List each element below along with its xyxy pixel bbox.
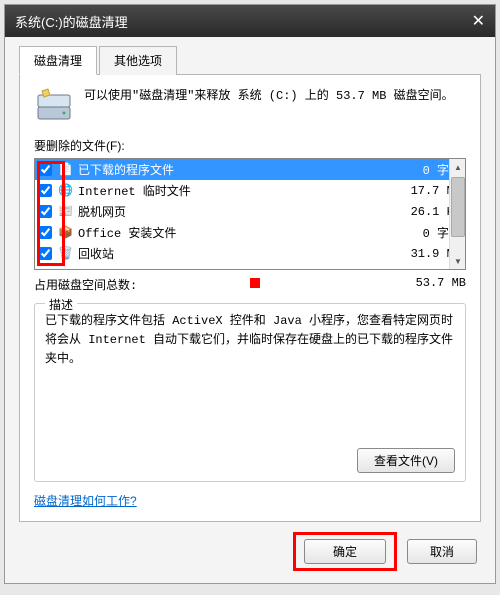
tab-other-options[interactable]: 其他选项 — [99, 46, 177, 75]
dialog-footer: 确定 取消 — [19, 522, 481, 575]
intro-row: 可以使用"磁盘清理"来释放 系统 (C:) 上的 53.7 MB 磁盘空间。 — [34, 87, 466, 127]
file-checkbox[interactable] — [39, 226, 52, 239]
file-row[interactable]: 🗑️ 回收站 31.9 MB — [35, 243, 465, 264]
file-row[interactable]: 📦 Office 安装文件 0 字节 — [35, 222, 465, 243]
file-row[interactable]: 📄 已下载的程序文件 0 字节 — [35, 159, 465, 180]
file-name: 回收站 — [78, 245, 391, 262]
file-name: Internet 临时文件 — [78, 182, 391, 199]
scrollbar[interactable]: ▲ ▼ — [449, 159, 465, 269]
annotation-red-box-ok: 确定 — [293, 532, 397, 571]
window-title: 系统(C:)的磁盘清理 — [15, 12, 128, 31]
scroll-up-icon[interactable]: ▲ — [451, 159, 465, 175]
scroll-down-icon[interactable]: ▼ — [451, 253, 465, 269]
file-row[interactable]: 📰 脱机网页 26.1 KB — [35, 201, 465, 222]
total-row: 占用磁盘空间总数: 53.7 MB — [34, 276, 466, 293]
disk-cleanup-dialog: 系统(C:)的磁盘清理 ✕ 磁盘清理 其他选项 可以使用"磁盘清理"来释放 系统… — [4, 4, 496, 584]
file-name: 脱机网页 — [78, 203, 391, 220]
file-checkbox[interactable] — [39, 184, 52, 197]
description-text: 已下载的程序文件包括 ActiveX 控件和 Java 小程序，您查看特定网页时… — [45, 312, 455, 370]
cancel-button[interactable]: 取消 — [407, 539, 477, 564]
file-icon: 🌐 — [58, 183, 74, 199]
file-checkbox[interactable] — [39, 247, 52, 260]
file-name: 已下载的程序文件 — [78, 161, 391, 178]
titlebar: 系统(C:)的磁盘清理 ✕ — [5, 5, 495, 37]
scroll-thumb[interactable] — [451, 177, 465, 237]
file-icon: 📄 — [58, 162, 74, 178]
file-icon: 📰 — [58, 204, 74, 220]
help-link[interactable]: 磁盘清理如何工作? — [34, 492, 466, 509]
close-icon[interactable]: ✕ — [472, 11, 485, 31]
content-area: 磁盘清理 其他选项 可以使用"磁盘清理"来释放 系统 (C:) 上的 53.7 … — [5, 37, 495, 583]
tab-disk-cleanup[interactable]: 磁盘清理 — [19, 46, 97, 75]
description-group: 描述 已下载的程序文件包括 ActiveX 控件和 Java 小程序，您查看特定… — [34, 303, 466, 482]
tab-panel: 可以使用"磁盘清理"来释放 系统 (C:) 上的 53.7 MB 磁盘空间。 要… — [19, 75, 481, 522]
intro-text: 可以使用"磁盘清理"来释放 系统 (C:) 上的 53.7 MB 磁盘空间。 — [84, 87, 454, 127]
drive-cleanup-icon — [34, 87, 74, 127]
description-legend: 描述 — [45, 296, 77, 313]
view-files-row: 查看文件(V) — [45, 438, 455, 473]
view-files-button[interactable]: 查看文件(V) — [357, 448, 455, 473]
file-checkbox[interactable] — [39, 205, 52, 218]
file-row[interactable]: 🌐 Internet 临时文件 17.7 MB — [35, 180, 465, 201]
file-name: Office 安装文件 — [78, 224, 391, 241]
file-icon: 🗑️ — [58, 246, 74, 262]
tab-strip: 磁盘清理 其他选项 — [19, 45, 481, 75]
files-label: 要删除的文件(F): — [34, 137, 466, 154]
annotation-red-square — [250, 278, 260, 288]
file-checkbox[interactable] — [39, 163, 52, 176]
total-value: 53.7 MB — [416, 276, 466, 293]
file-list[interactable]: 📄 已下载的程序文件 0 字节 🌐 Internet 临时文件 17.7 MB … — [34, 158, 466, 270]
ok-button[interactable]: 确定 — [304, 539, 386, 564]
file-icon: 📦 — [58, 225, 74, 241]
total-label: 占用磁盘空间总数: — [34, 276, 137, 293]
